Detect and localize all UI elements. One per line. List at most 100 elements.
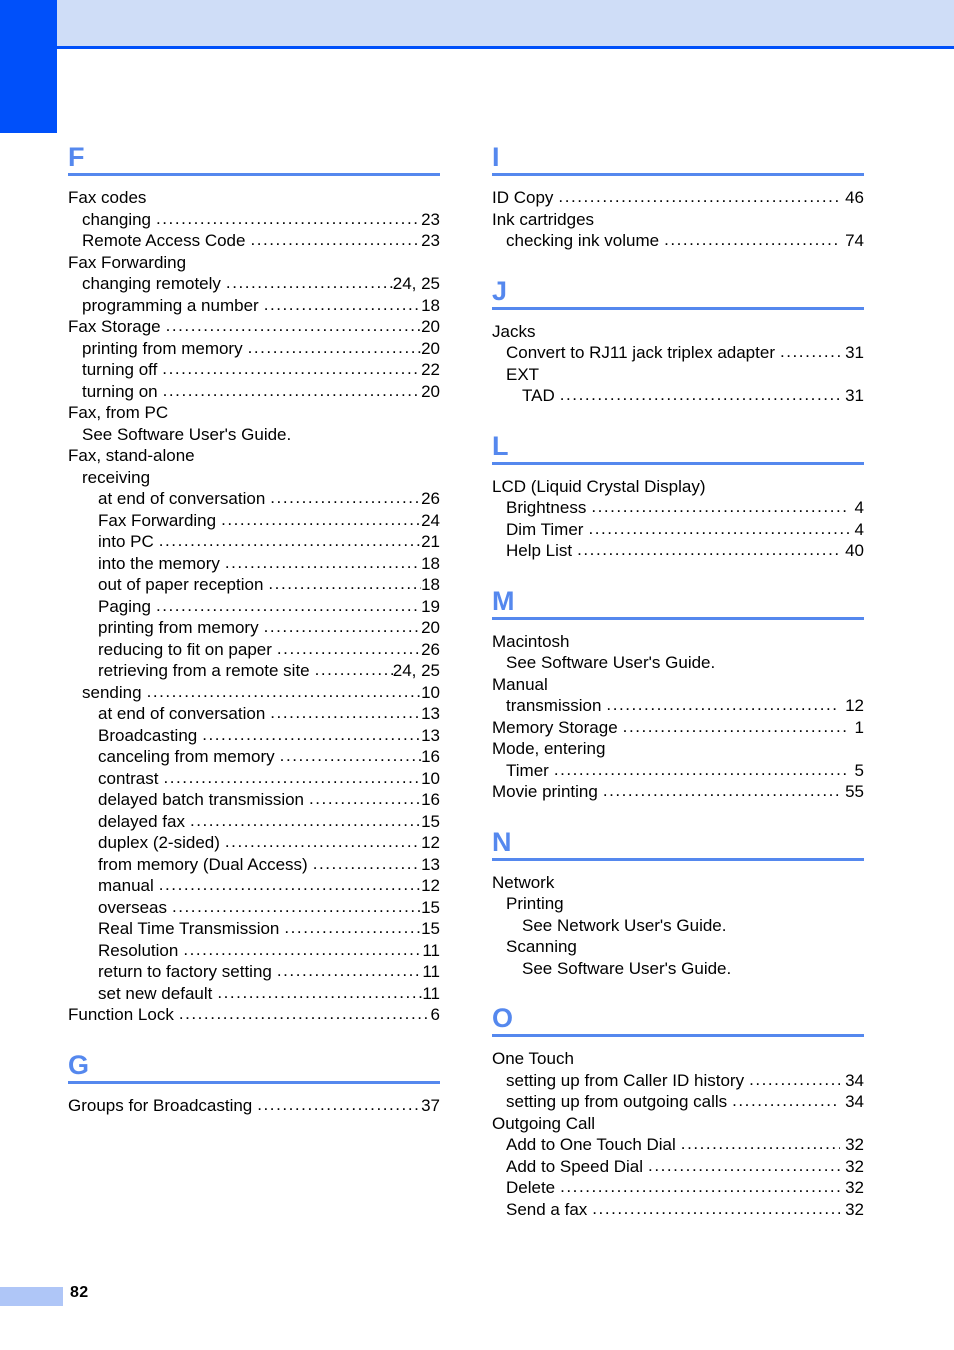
index-entry[interactable]: delayed batch transmission 16 xyxy=(68,789,440,811)
index-entry[interactable]: checking ink volume 74 xyxy=(492,230,864,252)
index-entry[interactable]: return to factory setting 11 xyxy=(68,961,440,983)
index-entry[interactable]: set new default 11 xyxy=(68,983,440,1005)
index-entry[interactable]: Fax, from PC xyxy=(68,402,440,424)
index-entry[interactable]: turning off 22 xyxy=(68,359,440,381)
index-entry[interactable]: changing 23 xyxy=(68,209,440,231)
index-entry[interactable]: out of paper reception 18 xyxy=(68,574,440,596)
index-entry[interactable]: changing remotely 24, 25 xyxy=(68,273,440,295)
index-entry[interactable]: One Touch xyxy=(492,1048,864,1070)
index-entry[interactable]: Brightness 4 xyxy=(492,497,864,519)
leader-dots xyxy=(309,788,421,810)
index-entry[interactable]: Broadcasting 13 xyxy=(68,725,440,747)
index-entry-label: One Touch xyxy=(492,1049,574,1068)
index-entry[interactable]: Add to One Touch Dial 32 xyxy=(492,1134,864,1156)
index-entry[interactable]: into the memory 18 xyxy=(68,553,440,575)
index-entry[interactable]: Resolution 11 xyxy=(68,940,440,962)
index-entry-page: 5 xyxy=(854,760,864,780)
index-entry-page: 12 xyxy=(845,696,864,715)
index-entry[interactable]: Mode, entering xyxy=(492,738,864,760)
letter-section-j: J Jacks Convert to RJ11 jack triplex adapt… xyxy=(492,274,864,407)
leader-dots xyxy=(648,1155,840,1177)
index-entry-page: 40 xyxy=(845,541,864,560)
index-entry[interactable]: from memory (Dual Access) 13 xyxy=(68,854,440,876)
index-entry[interactable]: transmission 12 xyxy=(492,695,864,717)
index-entry[interactable]: Real Time Transmission 15 xyxy=(68,918,440,940)
leader-dots xyxy=(270,487,421,509)
index-entry[interactable]: Dim Timer 4 xyxy=(492,519,864,541)
index-entry[interactable]: Fax Forwarding xyxy=(68,252,440,274)
index-entry-label: Convert to RJ11 jack triplex adapter xyxy=(506,343,775,362)
letter-heading: M xyxy=(492,585,515,616)
index-entry[interactable]: Movie printing 55 xyxy=(492,781,864,803)
letter-section-g: G Groups for Broadcasting 37 xyxy=(68,1048,440,1117)
letter-rule xyxy=(492,461,864,465)
index-entry[interactable]: Printing xyxy=(492,893,864,915)
index-entry[interactable]: delayed fax 15 xyxy=(68,811,440,833)
index-entry-page: 10 xyxy=(421,682,440,702)
index-entry[interactable]: Help List 40 xyxy=(492,540,864,562)
index-entry[interactable]: Jacks xyxy=(492,321,864,343)
index-entry-page: 4 xyxy=(854,498,864,517)
index-entry[interactable]: See Software User's Guide. xyxy=(492,652,864,674)
leader-dots xyxy=(248,337,421,359)
index-entry[interactable]: into PC 21 xyxy=(68,531,440,553)
index-entry[interactable]: turning on 20 xyxy=(68,381,440,403)
index-entry[interactable]: EXT xyxy=(492,364,864,386)
index-entry[interactable]: canceling from memory 16 xyxy=(68,746,440,768)
index-entry[interactable]: Fax, stand-alone xyxy=(68,445,440,467)
index-entry[interactable]: See Software User's Guide. xyxy=(492,958,864,980)
index-entry[interactable]: Function Lock 6 xyxy=(68,1004,440,1026)
index-entry[interactable]: Fax Storage 20 xyxy=(68,316,440,338)
index-entry[interactable]: overseas 15 xyxy=(68,897,440,919)
index-entry[interactable]: ID Copy 46 xyxy=(492,187,864,209)
index-entry[interactable]: at end of conversation 26 xyxy=(68,488,440,510)
index-entry[interactable]: Macintosh xyxy=(492,631,864,653)
index-entry[interactable]: Timer 5 xyxy=(492,760,864,782)
index-entry[interactable]: receiving xyxy=(68,467,440,489)
index-entry[interactable]: See Network User's Guide. xyxy=(492,915,864,937)
index-entry[interactable]: printing from memory 20 xyxy=(68,617,440,639)
index-entry[interactable]: Delete 32 xyxy=(492,1177,864,1199)
index-entry[interactable]: setting up from outgoing calls 34 xyxy=(492,1091,864,1113)
index-entry-label: setting up from outgoing calls xyxy=(506,1092,728,1111)
index-entry[interactable]: Fax codes xyxy=(68,187,440,209)
index-entry[interactable]: Network xyxy=(492,872,864,894)
index-entry[interactable]: setting up from Caller ID history 34 xyxy=(492,1070,864,1092)
index-entry[interactable]: Ink cartridges xyxy=(492,209,864,231)
index-entry-page: 24, 25 xyxy=(392,661,440,680)
letter-section-i: IID Copy46Ink cartridgeschecking ink vol… xyxy=(492,140,864,252)
index-entry[interactable]: manual 12 xyxy=(68,875,440,897)
index-entry[interactable]: Manual xyxy=(492,674,864,696)
index-entry[interactable]: retrieving from a remote site 24, 25 xyxy=(68,660,440,682)
index-entry[interactable]: contrast 10 xyxy=(68,768,440,790)
index-entry[interactable]: TAD 31 xyxy=(492,385,864,407)
index-entry[interactable]: Remote Access Code 23 xyxy=(68,230,440,252)
index-entry-page: 18 xyxy=(421,553,440,573)
index-entry-page: 32 xyxy=(845,1199,864,1219)
letter-rule xyxy=(492,616,864,620)
index-entry[interactable]: printing from memory 20 xyxy=(68,338,440,360)
index-entry[interactable]: Memory Storage 1 xyxy=(492,717,864,739)
index-entry-label: sending xyxy=(82,682,142,702)
index-entry[interactable]: programming a number 18 xyxy=(68,295,440,317)
index-entry[interactable]: duplex (2-sided) 12 xyxy=(68,832,440,854)
index-entry[interactable]: See Software User's Guide. xyxy=(68,424,440,446)
index-entry-label: set new default xyxy=(98,983,213,1003)
index-entry[interactable]: sending 10 xyxy=(68,682,440,704)
index-entry-page: 15 xyxy=(421,919,440,938)
index-entry[interactable]: Add to Speed Dial 32 xyxy=(492,1156,864,1178)
header-accent-tab xyxy=(0,0,57,133)
index-entry-label: Fax codes xyxy=(68,188,147,207)
index-entry[interactable]: reducing to fit on paper 26 xyxy=(68,639,440,661)
index-entry[interactable]: Paging 19 xyxy=(68,596,440,618)
index-entry[interactable]: Convert to RJ11 jack triplex adapter 31 xyxy=(492,342,864,364)
index-entry[interactable]: Scanning xyxy=(492,936,864,958)
index-entry[interactable]: Fax Forwarding 24 xyxy=(68,510,440,532)
index-entry[interactable]: LCD (Liquid Crystal Display) xyxy=(492,476,864,498)
index-entry-label: manual xyxy=(98,876,154,895)
index-entry[interactable]: Groups for Broadcasting 37 xyxy=(68,1095,440,1117)
index-entry[interactable]: Outgoing Call xyxy=(492,1113,864,1135)
index-entry[interactable]: at end of conversation 13 xyxy=(68,703,440,725)
index-entry-page: 23 xyxy=(421,209,440,229)
index-entry[interactable]: Send a fax 32 xyxy=(492,1199,864,1221)
